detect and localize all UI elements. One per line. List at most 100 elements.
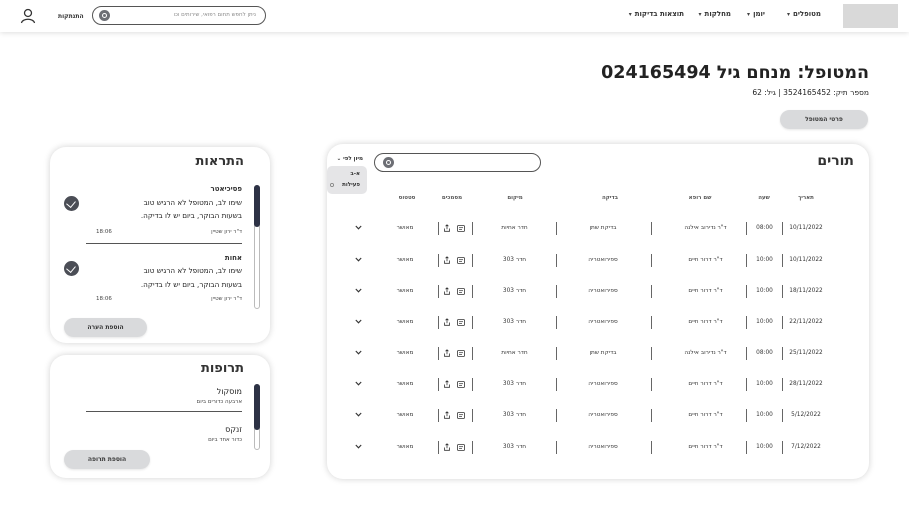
document-icon[interactable]	[457, 412, 465, 420]
logo-placeholder[interactable]	[843, 4, 898, 28]
logout-link[interactable]: התנתקות	[58, 13, 84, 20]
document-icon[interactable]	[457, 257, 465, 265]
table-row[interactable]: 5/12/2022 10:00 ד"ר דרור חיים ספירואטריה…	[340, 407, 860, 425]
table-row[interactable]: 25/11/2022 08:00 ד"ר נדירוב אילנה בדיקת …	[340, 345, 860, 363]
appointments-search-input[interactable]	[374, 153, 541, 172]
table-row[interactable]: 7/12/2022 10:00 ד"ר דרור חיים ספירואטריה…	[340, 439, 860, 457]
chevron-down-icon[interactable]	[355, 411, 362, 418]
column-header-location[interactable]: מיקום	[490, 195, 540, 201]
column-header-status[interactable]: סטטוס	[387, 195, 427, 201]
cell-test: ספירואטריה	[588, 319, 618, 325]
add-medication-button[interactable]: הוספת תרופה	[64, 450, 150, 469]
share-icon[interactable]	[443, 256, 451, 264]
nav-item-test-results[interactable]: תוצאות בדיקות▾	[629, 10, 684, 18]
column-divider	[438, 285, 439, 298]
nav-item-patients[interactable]: מטופלים▾	[787, 10, 821, 18]
top-search-input[interactable]: ניתן לחפש תחום רפואי, שירותים וכו	[92, 6, 266, 25]
alert-text-line: בשעות הבוקר, ביום יש לו בדיקה.	[140, 211, 242, 220]
cell-time: 10:00	[756, 288, 773, 294]
share-icon[interactable]	[443, 287, 451, 295]
alert-author: ד"ר ירון שטיין	[211, 296, 242, 302]
document-icon[interactable]	[457, 444, 465, 452]
column-divider	[746, 441, 747, 454]
column-divider	[782, 409, 783, 422]
document-icon[interactable]	[457, 319, 465, 327]
column-header-documents[interactable]: מסמכים	[432, 195, 472, 201]
nav-item-patients-label: מטופלים	[793, 10, 821, 18]
chevron-down-icon[interactable]	[355, 380, 362, 387]
share-icon[interactable]	[443, 411, 451, 419]
cell-date: 7/12/2022	[791, 444, 821, 450]
column-header-time[interactable]: שעה	[750, 195, 778, 201]
column-divider	[472, 222, 473, 235]
cell-status: מאושר	[396, 257, 414, 263]
cell-test: בדיקת שתן	[589, 350, 617, 356]
cell-doctor: ד"ר דרור חיים	[688, 319, 723, 325]
cell-location: חדר 303	[502, 257, 527, 263]
chevron-down-icon[interactable]	[355, 287, 362, 294]
table-row[interactable]: 22/11/2022 10:00 ד"ר דרור חיים ספירואטרי…	[340, 314, 860, 332]
chevron-down-icon[interactable]	[355, 318, 362, 325]
cell-doctor: ד"ר דרור חיים	[688, 288, 723, 294]
chevron-down-icon: ▾	[698, 11, 702, 18]
column-divider	[746, 409, 747, 422]
cell-date: 10/11/2022	[789, 225, 823, 231]
chevron-down-icon[interactable]	[355, 256, 362, 263]
table-row[interactable]: 10/11/2022 10:00 ד"ר דרור חיים ספירואטרי…	[340, 252, 860, 270]
cell-status: מאושר	[396, 381, 414, 387]
column-divider	[556, 441, 557, 454]
column-header-test[interactable]: בדיקה	[580, 195, 640, 201]
check-circle-icon[interactable]	[64, 196, 79, 211]
user-icon[interactable]	[20, 8, 36, 24]
nav-item-departments[interactable]: מחלקות▾	[699, 10, 731, 18]
chevron-down-icon[interactable]	[355, 443, 362, 450]
nav-item-departments-label: מחלקות	[704, 10, 731, 18]
chevron-down-icon[interactable]	[355, 224, 362, 231]
column-divider	[651, 316, 652, 329]
alerts-scroll-thumb[interactable]	[254, 185, 260, 227]
table-row[interactable]: 10/11/2022 08:00 ד"ר נדירוב אילנה בדיקת …	[340, 220, 860, 238]
cell-test: בדיקת שתן	[589, 225, 617, 231]
document-icon[interactable]	[457, 225, 465, 233]
chevron-down-icon: ▾	[786, 11, 790, 18]
sort-option-activity[interactable]: פעילות	[342, 182, 360, 188]
share-icon[interactable]	[443, 224, 451, 232]
alert-time: 18:06	[96, 296, 112, 302]
column-divider	[651, 441, 652, 454]
share-icon[interactable]	[443, 443, 451, 451]
share-icon[interactable]	[443, 380, 451, 388]
cell-date: 10/11/2022	[789, 257, 823, 263]
column-divider	[746, 285, 747, 298]
appointments-title: תורים	[817, 153, 854, 169]
column-divider	[746, 378, 747, 391]
column-header-doctor[interactable]: שם רופא	[670, 195, 730, 201]
column-divider	[472, 409, 473, 422]
column-divider	[746, 222, 747, 235]
column-divider	[556, 254, 557, 267]
nav-item-calendar[interactable]: יומן▾	[747, 10, 765, 18]
cell-location: חדר 303	[502, 381, 527, 387]
radio-icon[interactable]	[330, 183, 334, 187]
check-circle-icon[interactable]	[64, 261, 79, 276]
sort-dropdown[interactable]: מיון לפי ⌄	[328, 156, 363, 166]
medications-scroll-thumb[interactable]	[254, 384, 260, 430]
alert-text-line: שימו לב, המטופל לא הרגיש טוב	[143, 266, 242, 275]
share-icon[interactable]	[443, 349, 451, 357]
patient-details-button[interactable]: פרטי המטופל	[780, 110, 868, 129]
document-icon[interactable]	[457, 350, 465, 358]
chevron-down-icon[interactable]	[355, 349, 362, 356]
column-divider	[472, 316, 473, 329]
column-header-date[interactable]: תאריך	[786, 195, 826, 201]
column-divider	[782, 316, 783, 329]
cell-doctor: ד"ר נדירוב אילנה	[684, 225, 727, 231]
document-icon[interactable]	[457, 381, 465, 389]
alert-text-line: בשעות הבוקר, ביום יש לו בדיקה.	[140, 280, 242, 289]
sort-option-alphabetical[interactable]: א-ב	[350, 171, 360, 177]
table-row[interactable]: 18/11/2022 10:00 ד"ר דרור חיים ספירואטרי…	[340, 283, 860, 301]
share-icon[interactable]	[443, 318, 451, 326]
add-note-button[interactable]: הוספת הערה	[64, 318, 147, 337]
cell-time: 10:00	[756, 444, 773, 450]
cell-date: 22/11/2022	[789, 319, 823, 325]
table-row[interactable]: 28/11/2022 10:00 ד"ר דרור חיים ספירואטרי…	[340, 376, 860, 394]
document-icon[interactable]	[457, 288, 465, 296]
